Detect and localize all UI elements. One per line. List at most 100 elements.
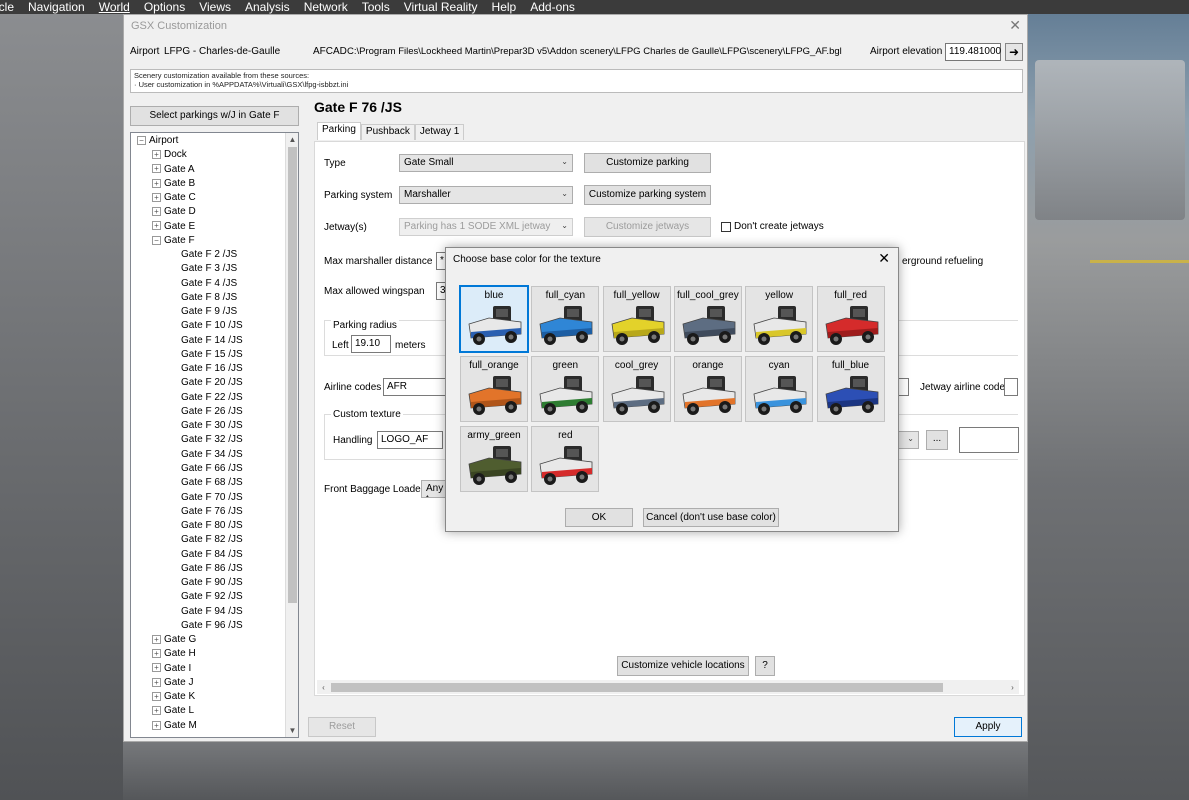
panel-horizontal-scrollbar[interactable]: ‹ › <box>317 680 1019 694</box>
tree-item-parking[interactable]: Gate F 30 /JS <box>181 419 243 433</box>
expand-icon[interactable]: + <box>152 178 161 188</box>
tree-item-parking[interactable]: Gate F 15 /JS <box>181 348 243 362</box>
tree-item-parking[interactable]: Gate F 86 /JS <box>181 562 243 576</box>
tree-item-group-expanded[interactable]: − Gate F <box>152 234 195 248</box>
tree-item-parking[interactable]: Gate F 14 /JS <box>181 334 243 348</box>
color-swatch[interactable]: red <box>531 426 600 492</box>
cancel-button[interactable]: Cancel (don't use base color) <box>643 508 779 527</box>
scroll-right-icon[interactable]: › <box>1006 681 1019 694</box>
expand-icon[interactable]: + <box>152 706 161 716</box>
tree-item-group[interactable]: + Gate M <box>152 719 197 733</box>
customize-vehicle-locations-button[interactable]: Customize vehicle locations <box>617 656 749 676</box>
handling-texture-input[interactable]: LOGO_AF <box>377 431 443 449</box>
tree-root-airport[interactable]: − Airport <box>137 134 178 148</box>
tree-item-parking[interactable]: Gate F 84 /JS <box>181 548 243 562</box>
tree-item-parking[interactable]: Gate F 90 /JS <box>181 576 243 590</box>
tree-item-group[interactable]: + Gate G <box>152 633 196 647</box>
scroll-down-icon[interactable]: ▼ <box>286 724 298 737</box>
tree-item-group[interactable]: + Dock <box>152 148 187 162</box>
tree-item-parking[interactable]: Gate F 4 /JS <box>181 277 237 291</box>
color-swatch[interactable]: cyan <box>745 356 814 422</box>
browse-texture-button[interactable]: ... <box>926 430 948 450</box>
dont-create-jetways-checkbox[interactable] <box>721 222 731 232</box>
menu-vehicle[interactable]: icle <box>0 0 22 14</box>
menu-tools[interactable]: Tools <box>362 0 398 14</box>
tree-item-group[interactable]: + Gate I <box>152 662 191 676</box>
color-swatch[interactable]: full_cool_grey <box>673 286 742 352</box>
expand-icon[interactable]: + <box>152 164 161 174</box>
menu-options[interactable]: Options <box>144 0 193 14</box>
color-swatch[interactable]: full_cyan <box>531 286 600 352</box>
tab-pushback[interactable]: Pushback <box>360 124 415 140</box>
tree-item-parking[interactable]: Gate F 82 /JS <box>181 533 243 547</box>
menu-network[interactable]: Network <box>304 0 356 14</box>
tree-item-parking[interactable]: Gate F 3 /JS <box>181 262 237 276</box>
tree-item-parking[interactable]: Gate F 32 /JS <box>181 433 243 447</box>
tree-item-parking[interactable]: Gate F 94 /JS <box>181 605 243 619</box>
expand-icon[interactable]: + <box>152 207 161 217</box>
menu-world[interactable]: World <box>99 0 138 14</box>
expand-icon[interactable]: + <box>152 663 161 673</box>
expand-icon[interactable]: + <box>152 192 161 202</box>
menu-navigation[interactable]: Navigation <box>28 0 93 14</box>
tree-item-parking[interactable]: Gate F 76 /JS <box>181 505 243 519</box>
tree-item-parking[interactable]: Gate F 26 /JS <box>181 405 243 419</box>
reset-button[interactable]: Reset <box>308 717 376 737</box>
jetway-airline-code-input[interactable] <box>1004 378 1018 396</box>
tree-item-parking[interactable]: Gate F 22 /JS <box>181 391 243 405</box>
front-baggage-select[interactable]: Any t <box>421 480 447 498</box>
tree-item-group[interactable]: + Gate A <box>152 163 195 177</box>
menu-analysis[interactable]: Analysis <box>245 0 298 14</box>
color-swatch[interactable]: green <box>531 356 600 422</box>
customize-parking-system-button[interactable]: Customize parking system <box>584 185 711 205</box>
airport-tree[interactable]: + Gate M + Gate L + Gate K + Gate J + Gate I + Gate… <box>130 132 299 738</box>
menu-virtual-reality[interactable]: Virtual Reality <box>404 0 486 14</box>
tree-item-parking[interactable]: Gate F 68 /JS <box>181 476 243 490</box>
expand-icon[interactable]: + <box>152 720 161 730</box>
tree-item-group[interactable]: + Gate B <box>152 177 195 191</box>
tree-item-group[interactable]: + Gate C <box>152 191 196 205</box>
tree-item-group[interactable]: + Gate L <box>152 704 194 718</box>
tab-jetway-1[interactable]: Jetway 1 <box>414 124 465 140</box>
expand-icon[interactable]: + <box>152 649 161 659</box>
apply-button[interactable]: Apply <box>954 717 1022 737</box>
ok-button[interactable]: OK <box>565 508 633 527</box>
tree-scroll-thumb[interactable] <box>288 147 297 603</box>
tree-item-parking[interactable]: Gate F 92 /JS <box>181 590 243 604</box>
go-arrow-icon[interactable]: ➜ <box>1005 43 1023 61</box>
scroll-left-icon[interactable]: ‹ <box>317 681 330 694</box>
collapse-icon[interactable]: − <box>152 235 161 245</box>
tree-item-group[interactable]: + Gate D <box>152 205 196 219</box>
tab-parking[interactable]: Parking <box>317 122 361 140</box>
jetways-select[interactable]: Parking has 1 SODE XML jetway ⌄ <box>399 218 573 236</box>
color-swatch[interactable]: army_green <box>460 426 528 492</box>
tree-item-group[interactable]: + Gate J <box>152 676 193 690</box>
customize-parking-button[interactable]: Customize parking <box>584 153 711 173</box>
menu-help[interactable]: Help <box>492 0 525 14</box>
elevation-input[interactable]: 119.481000 <box>945 43 1001 61</box>
tree-item-parking[interactable]: Gate F 80 /JS <box>181 519 243 533</box>
tree-item-group[interactable]: + Gate H <box>152 647 196 661</box>
menu-views[interactable]: Views <box>199 0 239 14</box>
tree-scrollbar[interactable]: ▲ ▼ <box>285 133 298 737</box>
close-icon[interactable]: ✕ <box>878 250 890 267</box>
color-swatch[interactable]: yellow <box>745 286 814 352</box>
tree-item-parking[interactable]: Gate F 16 /JS <box>181 362 243 376</box>
left-radius-input[interactable]: 19.10 <box>351 335 391 353</box>
tree-item-parking[interactable]: Gate F 96 /JS <box>181 619 243 633</box>
color-swatch[interactable]: full_orange <box>460 356 528 422</box>
select-parkings-button[interactable]: Select parkings w/J in Gate F <box>130 106 299 126</box>
horizontal-scroll-thumb[interactable] <box>331 683 943 692</box>
collapse-icon[interactable]: − <box>137 135 146 145</box>
expand-icon[interactable]: + <box>152 691 161 701</box>
customize-jetways-button[interactable]: Customize jetways <box>584 217 711 237</box>
parking-system-select[interactable]: Marshaller ⌄ <box>399 186 573 204</box>
expand-icon[interactable]: + <box>152 150 161 160</box>
tree-item-parking[interactable]: Gate F 8 /JS <box>181 291 237 305</box>
tree-item-parking[interactable]: Gate F 10 /JS <box>181 319 243 333</box>
color-swatch[interactable]: blue <box>459 285 529 353</box>
tree-item-parking[interactable]: Gate F 34 /JS <box>181 448 243 462</box>
close-icon[interactable]: ✕ <box>1009 17 1021 34</box>
type-select[interactable]: Gate Small ⌄ <box>399 154 573 172</box>
color-swatch[interactable]: cool_grey <box>602 356 671 422</box>
